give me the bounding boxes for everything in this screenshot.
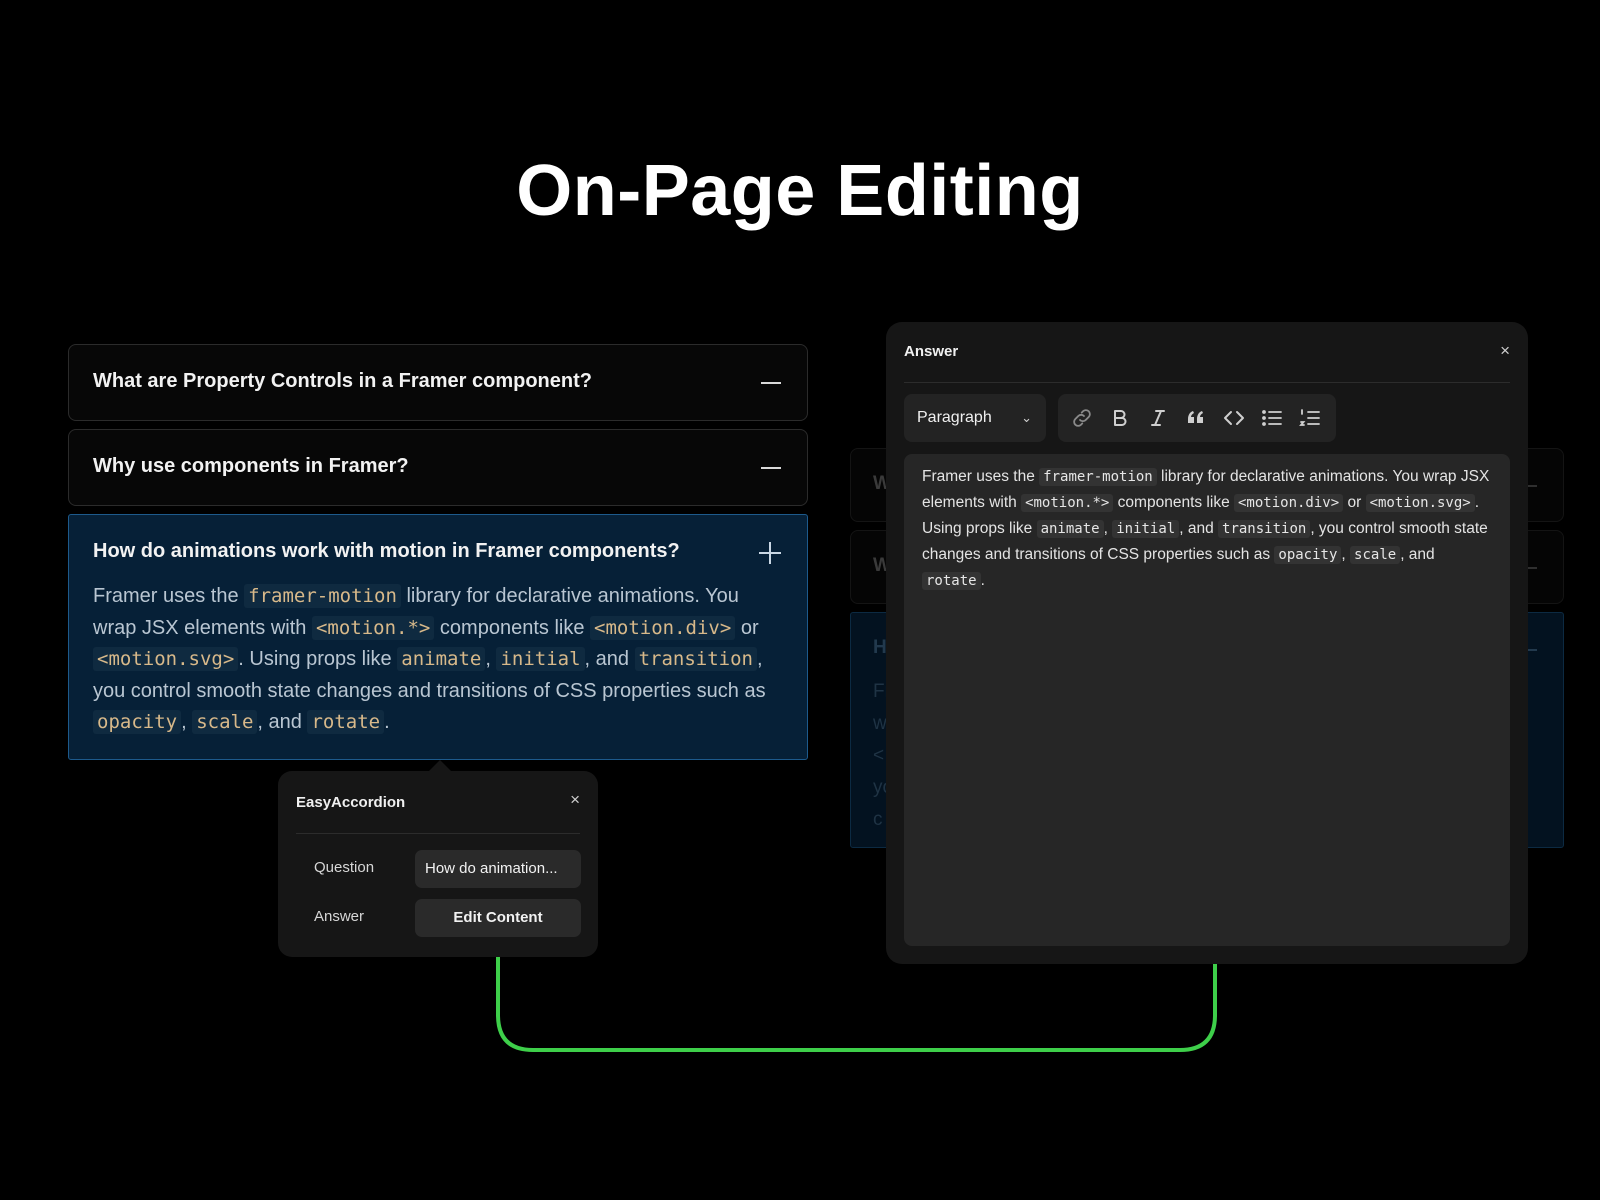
answer-panel: Answer × Paragraph ⌄ Framer uses the fra… [886, 322, 1528, 964]
code-icon[interactable] [1222, 406, 1246, 430]
answer-label: Answer [314, 908, 365, 925]
rich-text-editor[interactable]: Framer uses the framer-motion library fo… [904, 454, 1510, 946]
format-select-value: Paragraph [917, 409, 992, 426]
format-select[interactable]: Paragraph ⌄ [904, 394, 1046, 442]
question-field[interactable]: How do animation... [415, 850, 581, 888]
editor-content[interactable]: Framer uses the framer-motion library fo… [922, 464, 1490, 594]
link-icon[interactable] [1070, 406, 1094, 430]
chevron-down-icon: ⌄ [1021, 410, 1032, 425]
close-icon[interactable]: × [1500, 341, 1510, 361]
italic-icon[interactable] [1146, 406, 1170, 430]
panel-title: Answer [904, 343, 959, 360]
divider [904, 382, 1510, 383]
easyaccordion-popover: EasyAccordion × Question How do animatio… [278, 771, 598, 957]
edit-content-button[interactable]: Edit Content [415, 899, 581, 937]
quote-icon[interactable] [1184, 406, 1208, 430]
bullet-list-icon[interactable] [1260, 406, 1284, 430]
divider [296, 833, 580, 834]
question-label: Question [314, 859, 375, 876]
formatting-toolbar [1058, 394, 1336, 442]
popover-title: EasyAccordion [296, 794, 406, 811]
numbered-list-icon[interactable] [1298, 406, 1322, 430]
bold-icon[interactable] [1108, 406, 1132, 430]
close-icon[interactable]: × [570, 790, 580, 810]
